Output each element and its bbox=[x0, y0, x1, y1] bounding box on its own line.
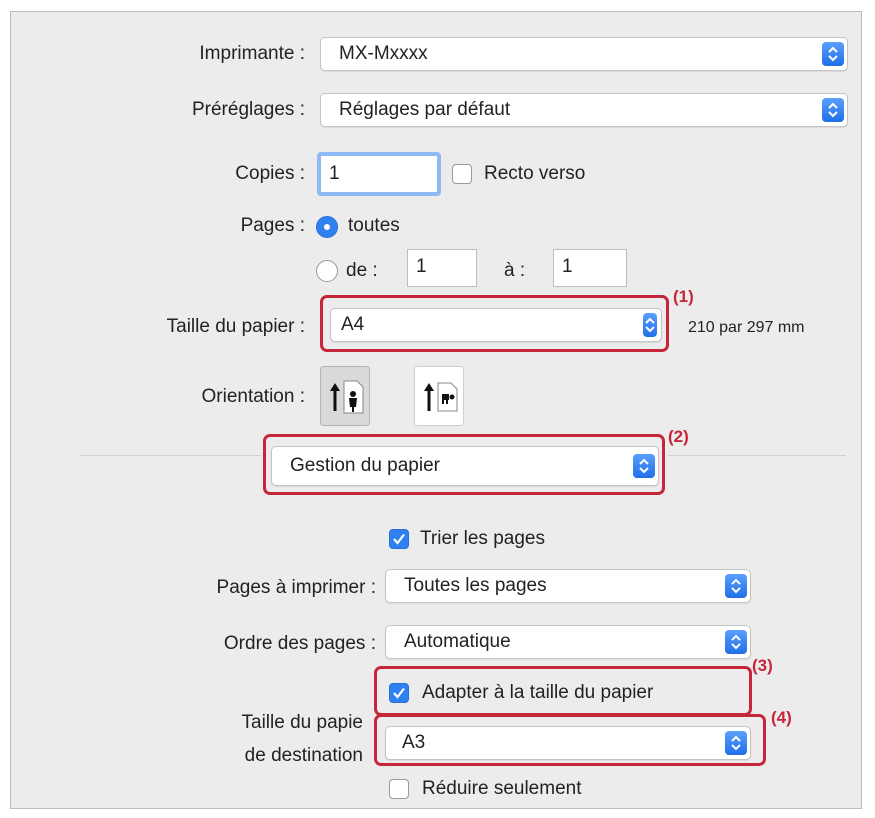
scale-down-only-checkbox[interactable] bbox=[389, 779, 409, 799]
pages-all-radio[interactable] bbox=[316, 216, 338, 238]
callout-3: (3) bbox=[752, 656, 773, 675]
checkmark-icon bbox=[393, 533, 405, 545]
callout-1: (1) bbox=[673, 287, 694, 306]
separator-left bbox=[80, 455, 261, 456]
landscape-orientation-button[interactable] bbox=[414, 366, 464, 426]
highlight-2 bbox=[263, 434, 665, 495]
orientation-label: Orientation : bbox=[201, 386, 306, 407]
pages-to-value: 1 bbox=[562, 256, 573, 277]
pages-to-print-value: Toutes les pages bbox=[404, 575, 547, 596]
pages-to-label: à : bbox=[504, 260, 526, 281]
callout-4: (4) bbox=[771, 708, 792, 727]
copies-value: 1 bbox=[329, 163, 340, 184]
highlight-3 bbox=[374, 666, 752, 716]
portrait-orientation-button[interactable] bbox=[320, 366, 370, 426]
pages-all-label: toutes bbox=[348, 215, 400, 236]
popup-stepper-icon bbox=[725, 630, 747, 654]
duplex-checkbox[interactable] bbox=[452, 164, 472, 184]
print-dialog: Imprimante : MX-Mxxxx Préréglages : Régl… bbox=[10, 11, 862, 809]
printer-popup[interactable]: MX-Mxxxx bbox=[320, 37, 848, 71]
collate-checkbox[interactable] bbox=[389, 529, 409, 549]
destination-label-line1: Taille du papie bbox=[241, 712, 363, 733]
scale-down-only-label: Réduire seulement bbox=[422, 778, 582, 799]
pages-from-value: 1 bbox=[416, 256, 427, 277]
printer-value: MX-Mxxxx bbox=[339, 43, 428, 64]
separator-right bbox=[668, 455, 846, 456]
pages-from-label: de : bbox=[346, 260, 378, 281]
destination-label-line2: de destination bbox=[244, 745, 363, 766]
presets-label: Préréglages : bbox=[191, 99, 305, 120]
pages-to-field[interactable]: 1 bbox=[553, 249, 627, 287]
pages-to-print-popup[interactable]: Toutes les pages bbox=[385, 569, 751, 603]
portrait-icon bbox=[330, 380, 364, 414]
printer-label: Imprimante : bbox=[199, 43, 305, 64]
duplex-label: Recto verso bbox=[484, 163, 586, 184]
copies-field[interactable]: 1 bbox=[317, 152, 441, 196]
copies-label: Copies : bbox=[235, 163, 305, 184]
page-order-value: Automatique bbox=[404, 631, 511, 652]
collate-label: Trier les pages bbox=[420, 528, 545, 549]
paper-dimensions: 210 par 297 mm bbox=[688, 319, 805, 336]
pages-to-print-label: Pages à imprimer : bbox=[216, 577, 376, 598]
popup-stepper-icon bbox=[822, 98, 844, 122]
highlight-4 bbox=[374, 714, 766, 766]
highlight-1 bbox=[320, 295, 669, 352]
page-order-label: Ordre des pages : bbox=[223, 633, 376, 654]
popup-stepper-icon bbox=[822, 42, 844, 66]
page-order-popup[interactable]: Automatique bbox=[385, 625, 751, 659]
pages-label: Pages : bbox=[240, 215, 305, 236]
pages-from-field[interactable]: 1 bbox=[407, 249, 477, 287]
callout-2: (2) bbox=[668, 427, 689, 446]
presets-value: Réglages par défaut bbox=[339, 99, 511, 120]
landscape-icon bbox=[424, 382, 458, 412]
paper-size-label: Taille du papier : bbox=[166, 316, 305, 337]
pages-range-radio[interactable] bbox=[316, 260, 338, 282]
presets-popup[interactable]: Réglages par défaut bbox=[320, 93, 848, 127]
popup-stepper-icon bbox=[725, 574, 747, 598]
